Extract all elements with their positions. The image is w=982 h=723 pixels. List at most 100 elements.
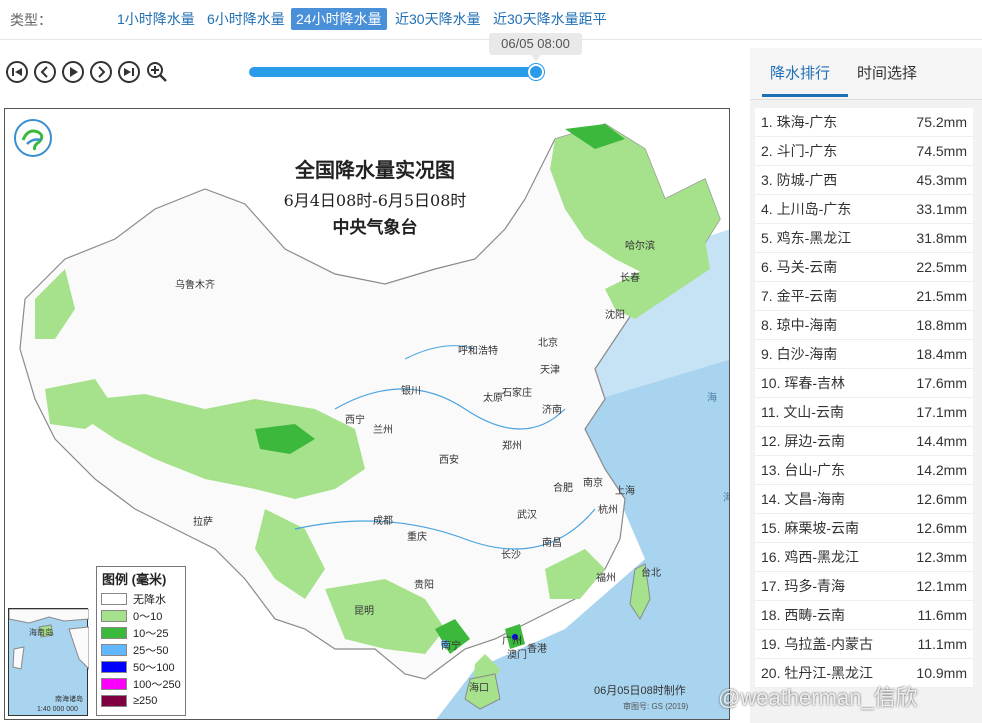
time-slider-track[interactable] — [249, 67, 537, 77]
city-label: 香港 — [527, 644, 547, 655]
ranking-row[interactable]: 2. 斗门-广东 74.5mm — [755, 137, 973, 166]
ranking-value: 12.6mm — [916, 491, 967, 507]
ranking-row[interactable]: 19. 乌拉盖-内蒙古 11.1mm — [755, 630, 973, 659]
ranking-row[interactable]: 13. 台山-广东 14.2mm — [755, 456, 973, 485]
ranking-station: 19. 乌拉盖-内蒙古 — [761, 636, 874, 652]
ranking-station: 1. 珠海-广东 — [761, 114, 838, 130]
ranking-station: 12. 屏边-云南 — [761, 433, 846, 449]
ranking-row[interactable]: 6. 马关-云南 22.5mm — [755, 253, 973, 282]
ranking-value: 12.1mm — [916, 578, 967, 594]
skip-last-icon — [124, 68, 134, 76]
ranking-row[interactable]: 5. 鸡东-黑龙江 31.8mm — [755, 224, 973, 253]
tab-precip-ranking[interactable]: 降水排行 — [770, 62, 830, 83]
play-icon — [70, 67, 78, 77]
ranking-station: 8. 琼中-海南 — [761, 317, 838, 333]
ranking-station: 5. 鸡东-黑龙江 — [761, 230, 852, 246]
legend-item: 100～250 — [97, 675, 185, 692]
city-label: 台北 — [641, 568, 661, 579]
first-frame-button[interactable] — [6, 61, 28, 83]
inset-scale: 1:40 000 000 — [37, 706, 78, 713]
ranking-row[interactable]: 10. 珲春-吉林 17.6mm — [755, 369, 973, 398]
type-option-6h[interactable]: 6小时降水量 — [202, 8, 290, 30]
prev-frame-button[interactable] — [34, 61, 56, 83]
ranking-row[interactable]: 3. 防城-广西 45.3mm — [755, 166, 973, 195]
city-label: 济南 — [542, 405, 562, 416]
ranking-row[interactable]: 18. 西畴-云南 11.6mm — [755, 601, 973, 630]
ranking-row[interactable]: 15. 麻栗坡-云南 12.6mm — [755, 514, 973, 543]
legend-swatch — [101, 592, 127, 605]
ranking-value: 18.8mm — [916, 317, 967, 333]
ranking-station: 14. 文昌-海南 — [761, 491, 846, 507]
city-label: 西安 — [439, 455, 459, 466]
city-label: 昆明 — [354, 606, 374, 617]
ranking-row[interactable]: 16. 鸡西-黑龙江 12.3mm — [755, 543, 973, 572]
map-legend: 图例 (毫米) 无降水 0～10 10～25 25～50 50～100 100～… — [96, 566, 186, 716]
ranking-station: 6. 马关-云南 — [761, 259, 838, 275]
ranking-station: 15. 麻栗坡-云南 — [761, 520, 860, 536]
type-option-1h[interactable]: 1小时降水量 — [112, 8, 200, 30]
ranking-station: 17. 玛多-青海 — [761, 578, 846, 594]
south-china-sea-inset: 海南岛 南海诸岛 1:40 000 000 — [8, 608, 90, 716]
inset-label: 海南岛 — [29, 628, 53, 637]
last-frame-button[interactable] — [118, 61, 140, 83]
ranking-value: 18.4mm — [916, 346, 967, 362]
type-option-30d-anomaly[interactable]: 近30天降水量距平 — [488, 8, 612, 30]
next-frame-button[interactable] — [90, 61, 112, 83]
legend-item: 50～100 — [97, 658, 185, 675]
map-footer-time: 06月05日08时制作 — [594, 685, 686, 697]
ranking-row[interactable]: 9. 白沙-海南 18.4mm — [755, 340, 973, 369]
city-label: 杭州 — [598, 505, 618, 516]
ranking-value: 14.2mm — [916, 462, 967, 478]
city-label: 海口 — [469, 683, 489, 694]
type-option-24h[interactable]: 24小时降水量 — [291, 8, 387, 30]
ranking-row[interactable]: 12. 屏边-云南 14.4mm — [755, 427, 973, 456]
ranking-row[interactable]: 8. 琼中-海南 18.8mm — [755, 311, 973, 340]
ranking-value: 17.6mm — [916, 375, 967, 391]
zoom-button[interactable] — [146, 61, 168, 83]
play-button[interactable] — [62, 61, 84, 83]
ranking-row[interactable]: 1. 珠海-广东 75.2mm — [755, 108, 973, 137]
sea-label: 海 — [707, 393, 717, 404]
city-label: 兰州 — [373, 425, 393, 436]
legend-swatch — [101, 677, 127, 690]
city-label: 合肥 — [553, 483, 573, 494]
ranking-value: 74.5mm — [916, 143, 967, 159]
city-label: 南宁 — [441, 641, 461, 652]
type-option-30d[interactable]: 近30天降水量 — [390, 8, 486, 30]
ranking-row[interactable]: 17. 玛多-青海 12.1mm — [755, 572, 973, 601]
time-slider-handle[interactable] — [528, 64, 544, 80]
city-label: 长春 — [620, 273, 640, 284]
city-label: 银川 — [401, 386, 421, 397]
legend-item: ≥250 — [97, 692, 185, 709]
city-label: 北京 — [538, 338, 558, 349]
ranking-value: 12.6mm — [916, 520, 967, 536]
ranking-station: 2. 斗门-广东 — [761, 143, 838, 159]
legend-item: 无降水 — [97, 590, 185, 607]
legend-title: 图例 (毫米) — [102, 572, 167, 587]
tab-time-select[interactable]: 时间选择 — [857, 62, 917, 83]
city-label: 长沙 — [501, 550, 521, 561]
ranking-row[interactable]: 11. 文山-云南 17.1mm — [755, 398, 973, 427]
legend-swatch — [101, 660, 127, 673]
ranking-row[interactable]: 7. 金平-云南 21.5mm — [755, 282, 973, 311]
ranking-station: 18. 西畴-云南 — [761, 607, 846, 623]
city-label: 乌鲁木齐 — [175, 280, 215, 291]
legend-item: 10～25 — [97, 624, 185, 641]
city-label: 福州 — [596, 573, 616, 584]
ranking-value: 12.3mm — [916, 549, 967, 565]
ranking-station: 16. 鸡西-黑龙江 — [761, 549, 860, 565]
ranking-row[interactable]: 4. 上川岛-广东 33.1mm — [755, 195, 973, 224]
city-label: 重庆 — [407, 532, 427, 543]
ranking-value: 14.4mm — [916, 433, 967, 449]
ranking-value: 17.1mm — [916, 404, 967, 420]
type-label: 类型： — [10, 12, 52, 28]
city-label: 拉萨 — [193, 517, 213, 528]
ranking-value: 75.2mm — [916, 114, 967, 130]
chevron-left-icon — [40, 66, 48, 78]
ranking-row[interactable]: 14. 文昌-海南 12.6mm — [755, 485, 973, 514]
sea-label: 海 — [723, 489, 729, 504]
map-agency: 中央气象台 — [332, 218, 418, 238]
ranking-value: 11.6mm — [917, 607, 967, 623]
chevron-right-icon — [98, 66, 106, 78]
time-tooltip: 06/05 08:00 — [489, 33, 582, 61]
